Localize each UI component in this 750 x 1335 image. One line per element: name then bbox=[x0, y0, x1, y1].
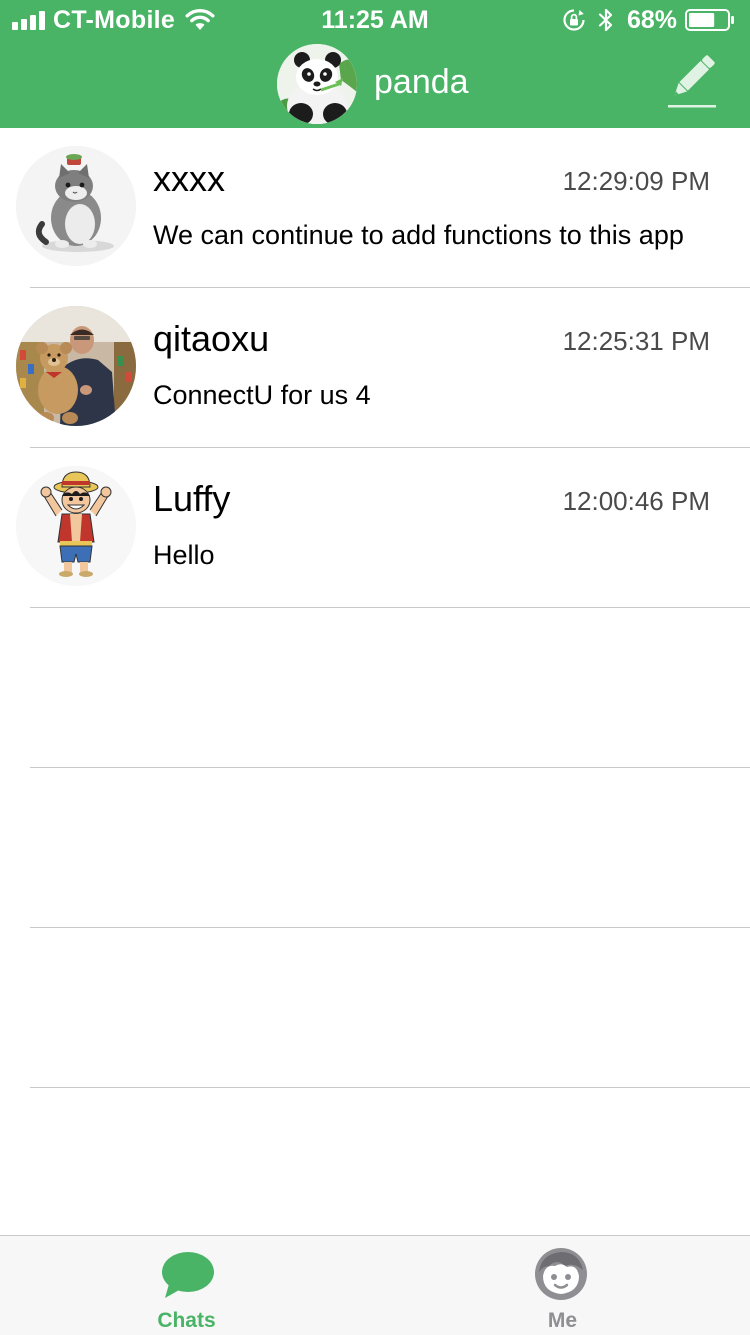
app-header: CT-Mobile 11:25 AM 68% panda bbox=[0, 0, 750, 128]
man-with-teddy-bear-avatar bbox=[16, 306, 136, 426]
chat-time: 12:25:31 PM bbox=[562, 326, 710, 356]
battery-icon bbox=[685, 9, 734, 31]
nav-title: panda bbox=[374, 63, 469, 101]
face-icon bbox=[535, 1248, 587, 1300]
tab-me[interactable]: Me bbox=[375, 1236, 750, 1335]
chat-last-message: We can continue to add functions to this… bbox=[153, 220, 684, 250]
compose-button[interactable] bbox=[660, 52, 720, 112]
battery-percent: 68% bbox=[627, 6, 678, 34]
chat-name: Luffy bbox=[153, 478, 231, 519]
luffy-cartoon-avatar bbox=[16, 466, 136, 586]
cat-avatar bbox=[16, 146, 136, 266]
orientation-lock-icon bbox=[563, 9, 585, 31]
avatar bbox=[16, 466, 136, 586]
chat-last-message: ConnectU for us 4 bbox=[153, 380, 371, 410]
tab-bar: Chats Me bbox=[0, 1235, 750, 1335]
tab-chats[interactable]: Chats bbox=[0, 1236, 375, 1335]
row-divider bbox=[30, 1087, 750, 1088]
chat-name: qitaoxu bbox=[153, 318, 270, 359]
empty-row bbox=[0, 768, 750, 928]
chat-bubble-icon bbox=[162, 1252, 214, 1298]
empty-row bbox=[0, 928, 750, 1088]
panda-avatar bbox=[277, 44, 357, 124]
avatar bbox=[16, 306, 136, 426]
chat-time: 12:00:46 PM bbox=[562, 486, 710, 516]
bluetooth-icon bbox=[598, 8, 613, 32]
list-item[interactable]: qitaoxu 12:25:31 PM ConnectU for us 4 bbox=[0, 288, 750, 448]
tab-label: Me bbox=[547, 1309, 578, 1332]
list-item[interactable]: xxxx 12:29:09 PM We can continue to add … bbox=[0, 128, 750, 288]
chat-time: 12:29:09 PM bbox=[562, 166, 710, 196]
avatar bbox=[16, 146, 136, 266]
chat-name: xxxx bbox=[153, 158, 225, 199]
chat-last-message: Hello bbox=[153, 540, 215, 570]
chat-list: xxxx 12:29:09 PM We can continue to add … bbox=[0, 128, 750, 1088]
list-item[interactable]: Luffy 12:00:46 PM Hello bbox=[0, 448, 750, 608]
tab-label: Chats bbox=[157, 1309, 216, 1332]
avatar[interactable] bbox=[277, 44, 357, 124]
empty-row bbox=[0, 608, 750, 768]
status-bar: CT-Mobile 11:25 AM 68% bbox=[0, 0, 750, 40]
pencil-icon bbox=[668, 55, 716, 108]
